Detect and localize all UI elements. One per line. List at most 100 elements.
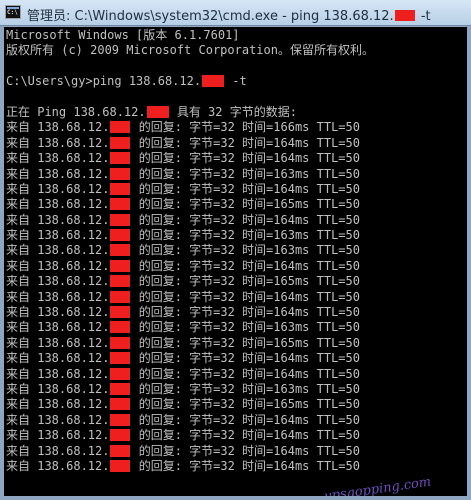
console-line: 来自 138.68.12. 的回复: 字节=32 时间=165ms TTL=50: [6, 197, 465, 212]
redacted-ip: [110, 336, 131, 349]
console-line-prefix: 来自 138.68.12.: [6, 120, 110, 135]
redacted-ip: [110, 198, 131, 211]
console-line-suffix: 的回复: 字节=32 时间=165ms TTL=50: [131, 397, 360, 412]
console-lines: Microsoft Windows [版本 6.1.7601] 版权所有 (c) …: [6, 28, 465, 474]
redacted-ip: [110, 275, 131, 288]
redacted-ip: [110, 290, 131, 303]
console-line-prefix: 来自 138.68.12.: [6, 458, 110, 473]
redacted-ip: [110, 459, 131, 472]
console-line-suffix: 的回复: 字节=32 时间=164ms TTL=50: [131, 443, 360, 458]
console-line: 来自 138.68.12. 的回复: 字节=32 时间=166ms TTL=50: [6, 120, 465, 135]
console-line-prefix: 来自 138.68.12.: [6, 151, 110, 166]
console-line-prefix: 来自 138.68.12.: [6, 366, 110, 381]
console-line-suffix: 的回复: 字节=32 时间=166ms TTL=50: [131, 120, 360, 135]
console-line-prefix: 来自 138.68.12.: [6, 335, 110, 350]
console-line-prefix: 来自 138.68.12.: [6, 397, 110, 412]
console-line: 来自 138.68.12. 的回复: 字节=32 时间=165ms TTL=50: [6, 274, 465, 289]
console-line: 来自 138.68.12. 的回复: 字节=32 时间=164ms TTL=50: [6, 182, 465, 197]
redacted-ip-title: [394, 10, 415, 21]
console-line-suffix: 的回复: 字节=32 时间=163ms TTL=50: [131, 381, 360, 396]
redacted-ip: [110, 429, 131, 442]
console-line-prefix: 来自 138.68.12.: [6, 305, 110, 320]
redacted-ip: [110, 167, 131, 180]
console-line: 来自 138.68.12. 的回复: 字节=32 时间=165ms TTL=50: [6, 397, 465, 412]
console-line-prefix: 来自 138.68.12.: [6, 428, 110, 443]
console-line-suffix: 的回复: 字节=32 时间=164ms TTL=50: [131, 412, 360, 427]
console-line-prefix: Microsoft Windows [版本 6.1.7601]: [6, 28, 240, 42]
console-line: 来自 138.68.12. 的回复: 字节=32 时间=164ms TTL=50: [6, 444, 465, 459]
console-line-prefix: 来自 138.68.12.: [6, 197, 110, 212]
console-line-prefix: 来自 138.68.12.: [6, 181, 110, 196]
console-line: 来自 138.68.12. 的回复: 字节=32 时间=164ms TTL=50: [6, 151, 465, 166]
console-line-suffix: 的回复: 字节=32 时间=164ms TTL=50: [131, 428, 360, 443]
title-bar[interactable]: 管理员: C:\Windows\system32\cmd.exe - ping …: [0, 0, 471, 26]
console-line-suffix: 的回复: 字节=32 时间=164ms TTL=50: [131, 366, 360, 381]
redacted-ip: [110, 367, 131, 380]
cmd-icon: [5, 5, 21, 19]
console-line-prefix: 版权所有 (c) 2009 Microsoft Corporation。保留所有…: [6, 43, 374, 58]
console-line-suffix: 的回复: 字节=32 时间=163ms TTL=50: [131, 320, 360, 335]
window-title: 管理员: C:\Windows\system32\cmd.exe - ping …: [27, 9, 431, 24]
redacted-ip: [110, 229, 131, 242]
redacted-ip: [110, 306, 131, 319]
console-line: 来自 138.68.12. 的回复: 字节=32 时间=164ms TTL=50: [6, 213, 465, 228]
console-line-suffix: 的回复: 字节=32 时间=163ms TTL=50: [131, 243, 360, 258]
redacted-ip: [110, 136, 131, 149]
console-line-suffix: 具有 32 字节的数据:: [169, 104, 297, 119]
console-line-suffix: 的回复: 字节=32 时间=164ms TTL=50: [131, 212, 360, 227]
redacted-ip: [146, 105, 169, 118]
console-line-prefix: 来自 138.68.12.: [6, 443, 110, 458]
console-output[interactable]: Microsoft Windows [版本 6.1.7601] 版权所有 (c) …: [4, 27, 467, 496]
console-line: 来自 138.68.12. 的回复: 字节=32 时间=164ms TTL=50: [6, 428, 465, 443]
console-line-suffix: 的回复: 字节=32 时间=165ms TTL=50: [131, 335, 360, 350]
redacted-ip: [110, 259, 131, 272]
console-line-prefix: 来自 138.68.12.: [6, 381, 110, 396]
console-line-suffix: 的回复: 字节=32 时间=165ms TTL=50: [131, 197, 360, 212]
redacted-ip: [110, 213, 131, 226]
console-line-suffix: 的回复: 字节=32 时间=164ms TTL=50: [131, 289, 360, 304]
redacted-ip: [110, 182, 131, 195]
console-line-prefix: 来自 138.68.12.: [6, 289, 110, 304]
console-line-suffix: 的回复: 字节=32 时间=163ms TTL=50: [131, 228, 360, 243]
console-line-prefix: C:\Users\gy>ping 138.68.12.: [6, 74, 202, 89]
redacted-ip: [110, 398, 131, 411]
redacted-ip: [202, 75, 225, 88]
console-line: 来自 138.68.12. 的回复: 字节=32 时间=164ms TTL=50: [6, 413, 465, 428]
console-line-suffix: -t: [225, 74, 247, 89]
console-line-prefix: 正在 Ping 138.68.12.: [6, 104, 146, 119]
console-line: 版权所有 (c) 2009 Microsoft Corporation。保留所有…: [6, 43, 465, 58]
console-line-prefix: 来自 138.68.12.: [6, 228, 110, 243]
console-line-prefix: 来自 138.68.12.: [6, 212, 110, 227]
console-line: 来自 138.68.12. 的回复: 字节=32 时间=164ms TTL=50: [6, 259, 465, 274]
redacted-ip: [110, 413, 131, 426]
console-line-prefix: 来自 138.68.12.: [6, 258, 110, 273]
console-line: 来自 138.68.12. 的回复: 字节=32 时间=164ms TTL=50: [6, 305, 465, 320]
console-line-prefix: 来自 138.68.12.: [6, 243, 110, 258]
console-line: 来自 138.68.12. 的回复: 字节=32 时间=164ms TTL=50: [6, 459, 465, 474]
console-line: 来自 138.68.12. 的回复: 字节=32 时间=164ms TTL=50: [6, 290, 465, 305]
console-line: 来自 138.68.12. 的回复: 字节=32 时间=163ms TTL=50: [6, 382, 465, 397]
redacted-ip: [110, 321, 131, 334]
console-line-suffix: 的回复: 字节=32 时间=164ms TTL=50: [131, 135, 360, 150]
redacted-ip: [110, 444, 131, 457]
console-line-prefix: 来自 138.68.12.: [6, 320, 110, 335]
redacted-ip: [110, 152, 131, 165]
console-line-suffix: 的回复: 字节=32 时间=164ms TTL=50: [131, 258, 360, 273]
cmd-window: 管理员: C:\Windows\system32\cmd.exe - ping …: [0, 0, 471, 500]
redacted-ip: [110, 352, 131, 365]
console-line-suffix: 的回复: 字节=32 时间=164ms TTL=50: [131, 181, 360, 196]
console-line: C:\Users\gy>ping 138.68.12. -t: [6, 74, 465, 89]
console-line: 来自 138.68.12. 的回复: 字节=32 时间=163ms TTL=50: [6, 320, 465, 335]
console-line: 来自 138.68.12. 的回复: 字节=32 时间=164ms TTL=50: [6, 136, 465, 151]
console-line: 来自 138.68.12. 的回复: 字节=32 时间=164ms TTL=50: [6, 351, 465, 366]
console-line-suffix: 的回复: 字节=32 时间=165ms TTL=50: [131, 274, 360, 289]
console-line-suffix: 的回复: 字节=32 时间=163ms TTL=50: [131, 166, 360, 181]
console-line-prefix: 来自 138.68.12.: [6, 166, 110, 181]
console-line-prefix: 来自 138.68.12.: [6, 351, 110, 366]
console-line-prefix: 来自 138.68.12.: [6, 274, 110, 289]
site-watermark: vpsqopping.com: [323, 474, 433, 496]
console-line-suffix: 的回复: 字节=32 时间=164ms TTL=50: [131, 458, 360, 473]
console-line: 来自 138.68.12. 的回复: 字节=32 时间=164ms TTL=50: [6, 367, 465, 382]
console-line-prefix: 来自 138.68.12.: [6, 135, 110, 150]
